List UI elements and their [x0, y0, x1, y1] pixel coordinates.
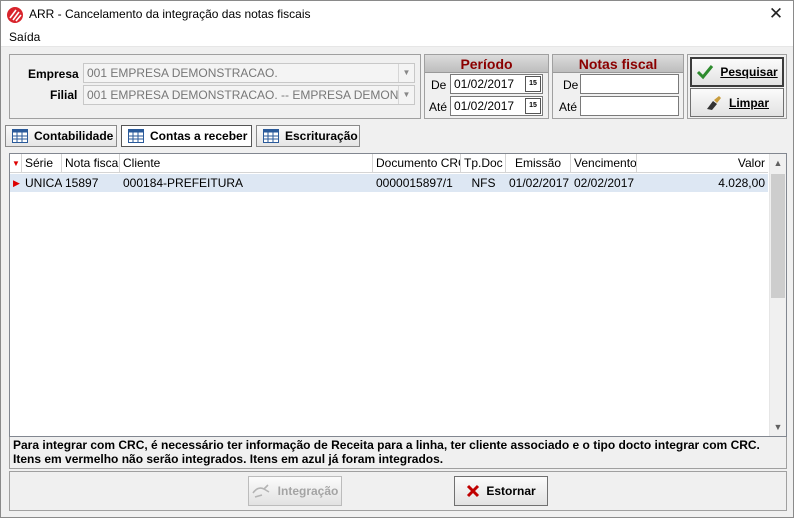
cell-tp-doc: NFS — [471, 176, 496, 190]
tab-label: Escrituração — [285, 129, 358, 143]
periodo-de-input[interactable]: 01/02/2017 15 — [450, 74, 543, 94]
notas-ate-label: Até — [559, 100, 578, 114]
table-icon — [12, 129, 28, 143]
col-valor[interactable]: Valor — [637, 154, 768, 173]
menu-item-saida[interactable]: Saída — [9, 30, 40, 44]
table-icon — [128, 129, 144, 143]
row-indicator-icon: ▶ — [13, 178, 20, 188]
empresa-value: 001 EMPRESA DEMONSTRACAO. — [87, 66, 278, 80]
empresa-combo[interactable]: 001 EMPRESA DEMONSTRACAO. ▼ — [83, 63, 415, 83]
notas-ate-input[interactable] — [580, 96, 679, 116]
info-line-1: Para integrar com CRC, é necessário ter … — [13, 438, 760, 452]
integracao-button[interactable]: Integração — [248, 476, 342, 506]
sort-indicator-icon: ▼ — [10, 154, 22, 173]
periodo-ate-value: 01/02/2017 — [454, 99, 515, 113]
periodo-de-label: De — [431, 78, 447, 92]
bottom-panel: Integração Estornar — [9, 471, 787, 511]
notas-panel: Notas fiscal De Até — [552, 54, 684, 119]
limpar-label: Limpar — [728, 95, 769, 110]
calendar-icon[interactable]: 15 — [525, 76, 541, 92]
data-grid[interactable]: ▼ Série Nota fiscal Cliente Documento CR… — [9, 153, 787, 437]
col-documento-crc[interactable]: Documento CRC — [373, 154, 461, 173]
estornar-label: Estornar — [486, 484, 536, 498]
pesquisar-button[interactable]: Pesquisar — [690, 57, 784, 87]
cell-nota-fiscal: 15897 — [65, 176, 99, 190]
calendar-icon[interactable]: 15 — [525, 98, 541, 114]
chevron-down-icon[interactable]: ▼ — [398, 64, 414, 82]
col-serie[interactable]: Série — [22, 154, 62, 173]
col-vencimento[interactable]: Vencimento — [571, 154, 637, 173]
periodo-de-value: 01/02/2017 — [454, 77, 515, 91]
grid-header: ▼ Série Nota fiscal Cliente Documento CR… — [10, 154, 768, 173]
scroll-up-icon[interactable]: ▲ — [770, 155, 786, 171]
info-line-2: Itens em vermelho não serão integrados. … — [13, 452, 444, 466]
tab-label: Contas a receber — [150, 129, 248, 143]
cell-serie: UNICA — [25, 176, 62, 190]
col-cliente[interactable]: Cliente — [120, 154, 373, 173]
limpar-button[interactable]: Limpar — [690, 88, 784, 117]
main-window: ARR - Cancelamento da integração das not… — [0, 0, 794, 518]
company-panel: Empresa 001 EMPRESA DEMONSTRACAO. ▼ Fili… — [9, 54, 421, 119]
cell-emissao: 01/02/2017 — [509, 176, 570, 190]
notas-de-input[interactable] — [580, 74, 679, 94]
empresa-label: Empresa — [28, 67, 79, 81]
col-tp-doc[interactable]: Tp.Doc — [461, 154, 506, 173]
filial-label: Filial — [50, 88, 78, 102]
integracao-label: Integração — [277, 484, 339, 498]
notas-title: Notas fiscal — [553, 55, 683, 73]
table-icon — [263, 129, 279, 143]
eraser-icon — [706, 95, 721, 110]
info-message: Para integrar com CRC, é necessário ter … — [9, 437, 787, 469]
periodo-panel: Período De 01/02/2017 15 Até 01/02/2017 … — [424, 54, 549, 119]
scroll-thumb[interactable] — [771, 174, 785, 298]
cell-vencimento: 02/02/2017 — [574, 176, 635, 190]
tab-contabilidade[interactable]: Contabilidade — [5, 125, 117, 147]
app-logo-icon — [7, 7, 23, 23]
table-row[interactable]: ▶ UNICA 15897 000184-PREFEITURA 00000158… — [10, 174, 768, 192]
col-emissao[interactable]: Emissão — [506, 154, 571, 173]
cell-valor: 4.028,00 — [718, 176, 765, 190]
cell-documento-crc: 0000015897/1 — [376, 176, 453, 190]
chevron-down-icon[interactable]: ▼ — [398, 86, 414, 104]
check-icon — [697, 65, 714, 80]
title-bar: ARR - Cancelamento da integração das not… — [1, 1, 793, 29]
cell-cliente: 000184-PREFEITURA — [123, 176, 244, 190]
actions-panel: Pesquisar Limpar — [687, 54, 787, 119]
window-title: ARR - Cancelamento da integração das not… — [29, 7, 311, 21]
notas-de-label: De — [563, 78, 579, 92]
periodo-title: Período — [425, 55, 548, 73]
periodo-ate-label: Até — [429, 100, 448, 114]
menu-bar: Saída — [1, 29, 793, 47]
tab-contas-a-receber[interactable]: Contas a receber — [121, 125, 252, 147]
col-nota-fiscal[interactable]: Nota fiscal — [62, 154, 120, 173]
x-icon — [467, 484, 480, 498]
vertical-scrollbar[interactable]: ▲ ▼ — [769, 154, 786, 436]
scroll-down-icon[interactable]: ▼ — [770, 419, 786, 435]
integration-icon — [252, 484, 270, 498]
periodo-ate-input[interactable]: 01/02/2017 15 — [450, 96, 543, 116]
tab-label: Contabilidade — [34, 129, 114, 143]
pesquisar-label: Pesquisar — [720, 65, 778, 79]
filial-combo[interactable]: 001 EMPRESA DEMONSTRACAO. -- EMPRESA DEM… — [83, 85, 415, 105]
filial-value: 001 EMPRESA DEMONSTRACAO. -- EMPRESA DEM… — [87, 88, 415, 102]
estornar-button[interactable]: Estornar — [454, 476, 548, 506]
close-button[interactable]: ✕ — [759, 1, 793, 29]
tab-escrituracao[interactable]: Escrituração — [256, 125, 360, 147]
